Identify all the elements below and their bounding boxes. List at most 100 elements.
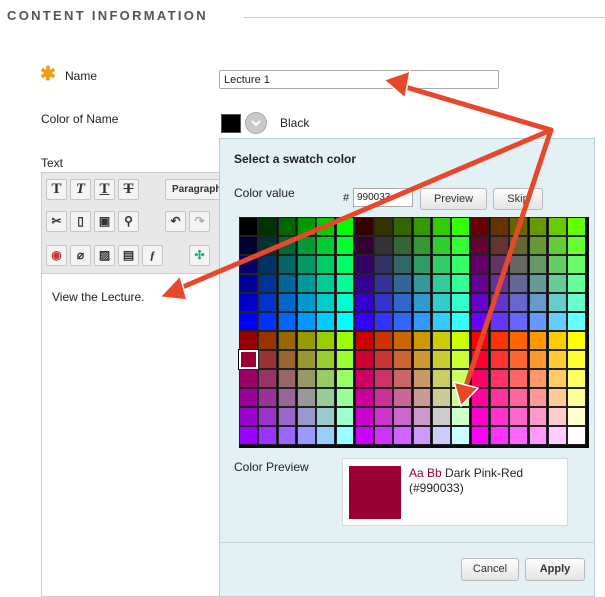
swatch-cell[interactable] [354,426,374,445]
swatch-cell[interactable] [393,236,413,255]
swatch-cell[interactable] [258,407,278,426]
swatch-cell[interactable] [547,426,567,445]
swatch-cell[interactable] [354,369,374,388]
swatch-cell[interactable] [528,236,548,255]
swatch-cell[interactable] [567,274,586,293]
swatch-cell[interactable] [316,293,335,312]
swatch-cell[interactable] [547,274,567,293]
swatch-cell[interactable] [547,369,567,388]
swatch-cell[interactable] [354,236,374,255]
swatch-cell[interactable] [451,217,471,236]
swatch-cell[interactable] [258,369,278,388]
swatch-cell[interactable] [470,350,490,369]
strikethrough-button[interactable]: T [118,179,139,200]
swatch-cell[interactable] [509,388,528,407]
swatch-cell[interactable] [258,331,278,350]
swatch-cell[interactable] [489,350,509,369]
color-swatch-button[interactable] [221,114,241,133]
swatch-cell[interactable] [393,293,413,312]
swatch-cell[interactable] [258,293,278,312]
swatch-cell[interactable] [374,350,393,369]
swatch-cell[interactable] [451,274,471,293]
swatch-cell[interactable] [528,293,548,312]
swatch-cell[interactable] [316,217,335,236]
swatch-cell[interactable] [354,331,374,350]
swatch-cell[interactable] [432,369,451,388]
swatch-cell[interactable] [528,217,548,236]
swatch-cell[interactable] [528,388,548,407]
swatch-cell[interactable] [374,369,393,388]
swatch-cell[interactable] [412,217,432,236]
swatch-cell[interactable] [470,217,490,236]
swatch-cell[interactable] [239,369,258,388]
swatch-cell[interactable] [509,217,528,236]
swatch-cell[interactable] [374,426,393,445]
swatch-cell[interactable] [509,236,528,255]
swatch-cell[interactable] [335,293,355,312]
swatch-cell[interactable] [393,407,413,426]
swatch-cell[interactable] [489,255,509,274]
swatch-cell[interactable] [374,274,393,293]
swatch-cell[interactable] [239,426,258,445]
underline-button[interactable]: T [94,179,115,200]
swatch-cell[interactable] [258,312,278,331]
swatch-cell[interactable] [316,350,335,369]
swatch-cell[interactable] [489,388,509,407]
swatch-cell[interactable] [528,331,548,350]
swatch-cell[interactable] [296,255,316,274]
swatch-cell[interactable] [432,388,451,407]
swatch-cell[interactable] [547,388,567,407]
swatch-cell[interactable] [470,255,490,274]
swatch-cell[interactable] [277,312,297,331]
swatch-cell[interactable] [258,217,278,236]
swatch-cell[interactable] [393,274,413,293]
swatch-cell[interactable] [374,312,393,331]
swatch-cell[interactable] [509,274,528,293]
swatch-cell[interactable] [470,293,490,312]
copy-icon[interactable]: ▯ [70,211,91,232]
swatch-cell[interactable] [258,274,278,293]
swatch-cell[interactable] [470,369,490,388]
swatch-cell[interactable] [277,274,297,293]
swatch-cell[interactable] [451,331,471,350]
swatch-cell[interactable] [451,426,471,445]
swatch-cell[interactable] [547,331,567,350]
swatch-cell[interactable] [316,388,335,407]
swatch-cell[interactable] [296,388,316,407]
swatch-cell[interactable] [547,293,567,312]
apply-button[interactable]: Apply [525,558,585,581]
swatch-cell[interactable] [258,426,278,445]
paste-icon[interactable]: ▣ [94,211,115,232]
swatch-cell[interactable] [489,293,509,312]
swatch-cell[interactable] [470,426,490,445]
preview-button[interactable]: Preview [420,188,487,210]
swatch-cell[interactable] [547,236,567,255]
mashup-icon[interactable]: ✣ [189,245,210,266]
swatch-cell[interactable] [335,331,355,350]
swatch-cell[interactable] [239,312,258,331]
swatch-cell[interactable] [432,293,451,312]
swatch-cell[interactable] [296,312,316,331]
swatch-cell[interactable] [335,426,355,445]
swatch-cell[interactable] [239,331,258,350]
swatch-cell[interactable] [509,312,528,331]
swatch-cell[interactable] [470,331,490,350]
swatch-cell[interactable] [354,274,374,293]
swatch-cell[interactable] [509,407,528,426]
swatch-cell[interactable] [393,312,413,331]
swatch-cell[interactable] [316,331,335,350]
swatch-cell[interactable] [296,217,316,236]
swatch-cell[interactable] [470,388,490,407]
swatch-cell[interactable] [335,388,355,407]
swatch-cell[interactable] [547,312,567,331]
swatch-cell[interactable] [239,236,258,255]
swatch-cell[interactable] [316,236,335,255]
swatch-cell[interactable] [567,312,586,331]
swatch-cell[interactable] [277,217,297,236]
swatch-cell[interactable] [432,426,451,445]
swatch-cell[interactable] [296,236,316,255]
swatch-cell[interactable] [528,426,548,445]
swatch-cell[interactable] [354,217,374,236]
swatch-cell[interactable] [547,255,567,274]
redo-icon[interactable]: ↷ [189,211,210,232]
